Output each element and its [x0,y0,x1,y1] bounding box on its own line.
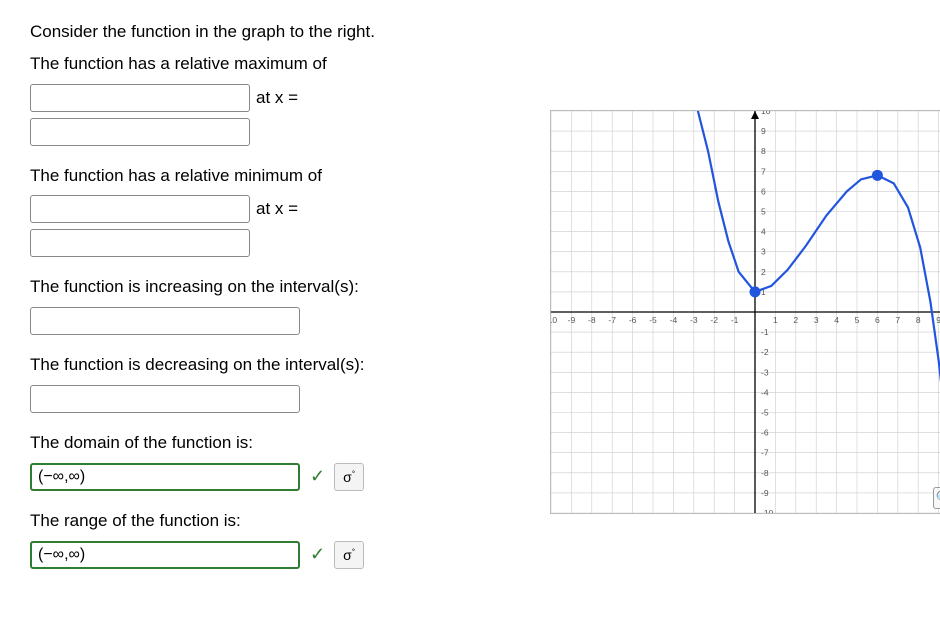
svg-text:10: 10 [761,111,771,116]
relmin-label: The function has a relative minimum of [30,164,530,188]
question-panel: Consider the function in the graph to th… [30,20,530,587]
svg-text:9: 9 [761,126,766,136]
domain-label: The domain of the function is: [30,431,530,455]
svg-text:4: 4 [761,227,766,237]
decreasing-section: The function is decreasing on the interv… [30,353,530,413]
intro-text: Consider the function in the graph to th… [30,20,530,44]
svg-text:-8: -8 [588,315,596,325]
decreasing-label: The function is decreasing on the interv… [30,353,530,377]
svg-text:6: 6 [761,186,766,196]
graph-panel: -10 -9 -8 -7 -6 -5 -4 -3 -2 -1 1 2 3 4 5 6 7 8 9 10 -10 -9 -8 -… [550,20,940,587]
svg-text:8: 8 [916,315,921,325]
domain-input[interactable] [30,463,300,491]
svg-text:5: 5 [761,207,766,217]
svg-text:-9: -9 [761,488,769,498]
svg-text:-4: -4 [670,315,678,325]
relmax-section: The function has a relative maximum of a… [30,52,530,146]
svg-text:7: 7 [761,166,766,176]
relmin-xvalue-input[interactable] [30,229,250,257]
relmax-at-text: at x = [256,88,298,108]
svg-text:2: 2 [793,315,798,325]
svg-text:-9: -9 [568,315,576,325]
range-label: The range of the function is: [30,509,530,533]
svg-text:-1: -1 [731,315,739,325]
sigma-icon: σ° [343,469,355,485]
increasing-label: The function is increasing on the interv… [30,275,530,299]
formula-tool-button[interactable]: σ° [334,541,364,569]
relmin-value-input[interactable] [30,195,250,223]
svg-text:-2: -2 [761,347,769,357]
svg-text:2: 2 [761,267,766,277]
svg-text:3: 3 [761,247,766,257]
relmax-value-input[interactable] [30,84,250,112]
svg-text:-10: -10 [761,508,774,513]
svg-text:5: 5 [855,315,860,325]
svg-text:8: 8 [761,146,766,156]
svg-text:-3: -3 [690,315,698,325]
relmax-xvalue-input[interactable] [30,118,250,146]
svg-text:-2: -2 [710,315,718,325]
svg-text:4: 4 [834,315,839,325]
svg-text:-10: -10 [551,315,557,325]
check-icon: ✓ [310,466,325,487]
svg-text:3: 3 [814,315,819,325]
svg-text:9: 9 [936,315,940,325]
graph-container: -10 -9 -8 -7 -6 -5 -4 -3 -2 -1 1 2 3 4 5 6 7 8 9 10 -10 -9 -8 -… [550,110,940,514]
svg-text:6: 6 [875,315,880,325]
decreasing-input[interactable] [30,385,300,413]
magnify-button[interactable]: 🔍 [933,487,940,509]
relmin-at-text: at x = [256,199,298,219]
increasing-input[interactable] [30,307,300,335]
check-icon: ✓ [310,544,325,565]
svg-text:-8: -8 [761,468,769,478]
sigma-icon: σ° [343,547,355,563]
svg-text:-6: -6 [629,315,637,325]
svg-text:-5: -5 [649,315,657,325]
svg-text:-1: -1 [761,327,769,337]
relmin-section: The function has a relative minimum of a… [30,164,530,258]
formula-tool-button[interactable]: σ° [334,463,364,491]
svg-text:1: 1 [773,315,778,325]
range-input[interactable] [30,541,300,569]
svg-text:-3: -3 [761,367,769,377]
range-section: The range of the function is: ✓ σ° [30,509,530,569]
function-graph: -10 -9 -8 -7 -6 -5 -4 -3 -2 -1 1 2 3 4 5 6 7 8 9 10 -10 -9 -8 -… [551,111,940,513]
magnify-icon: 🔍 [936,490,940,506]
relmax-label: The function has a relative maximum of [30,52,530,76]
svg-text:-7: -7 [761,448,769,458]
svg-text:-7: -7 [608,315,616,325]
increasing-section: The function is increasing on the interv… [30,275,530,335]
svg-text:-5: -5 [761,408,769,418]
svg-text:-6: -6 [761,428,769,438]
svg-text:7: 7 [895,315,900,325]
domain-section: The domain of the function is: ✓ σ° [30,431,530,491]
svg-text:-4: -4 [761,387,769,397]
